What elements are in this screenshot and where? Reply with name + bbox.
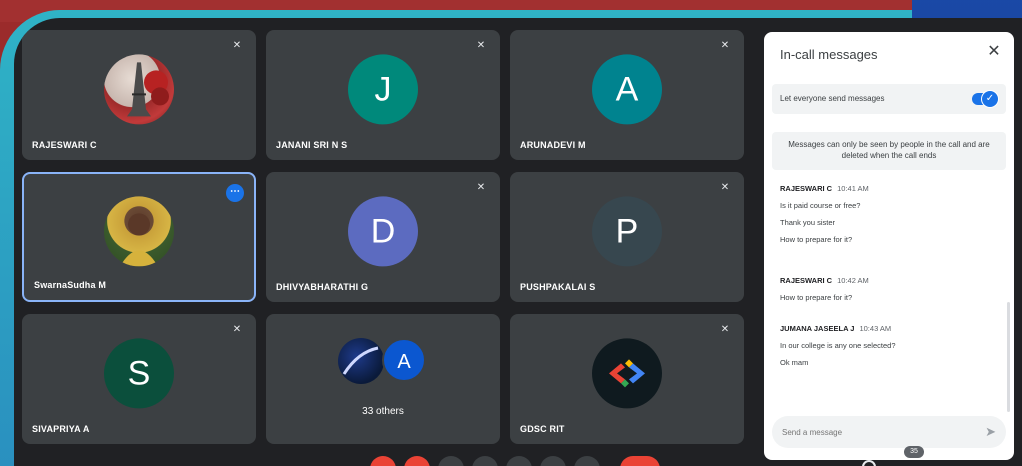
participant-photo — [104, 196, 174, 267]
send-icon[interactable]: ➤ — [985, 424, 996, 440]
sender-name: RAJESWARI C — [780, 276, 833, 285]
participant-tile-active[interactable]: ⋯ SwarnaSudha M — [22, 172, 256, 302]
participant-name: SwarnaSudha M — [34, 280, 107, 290]
meeting-screen: ✕ RAJESWARI C ✕ J JANANI SRI N S ✕ A ARU… — [14, 18, 1022, 466]
message-group: RAJESWARI C 10:42 AM How to prepare for i… — [780, 276, 1000, 302]
sender-name: JUMANA JASEELA J — [780, 324, 855, 333]
message-sender: RAJESWARI C 10:41 AM — [780, 184, 1000, 193]
more-options-button[interactable] — [574, 456, 600, 466]
emoji-button[interactable] — [472, 456, 498, 466]
raise-hand-button[interactable] — [540, 456, 566, 466]
participant-name: PUSHPAKALAI S — [520, 282, 596, 292]
message-text: In our college is any one selected? — [780, 341, 896, 350]
participant-tile[interactable]: ✕ P PUSHPAKALAI S — [510, 172, 744, 302]
more-options-icon[interactable]: ⋯ — [226, 184, 244, 202]
participant-name: DHIVYABHARATHI G — [276, 282, 369, 292]
participant-name: JANANI SRI N S — [276, 140, 348, 150]
message-input[interactable] — [782, 424, 962, 440]
mic-muted-icon: ✕ — [232, 324, 242, 335]
microphone-button[interactable] — [370, 456, 396, 466]
sender-name: RAJESWARI C — [780, 184, 833, 193]
bottom-control-bar — [14, 444, 1022, 466]
participant-initial-avatar: D — [348, 196, 418, 267]
close-icon[interactable]: ✕ — [986, 44, 1002, 60]
gdsc-logo-icon — [609, 359, 645, 388]
mic-muted-icon: ✕ — [720, 40, 730, 51]
others-tile[interactable]: A 33 others — [266, 314, 500, 444]
message-time: 10:41 AM — [837, 184, 869, 193]
participant-tile[interactable]: ✕ RAJESWARI C — [22, 30, 256, 160]
participant-initial-avatar: A — [592, 54, 662, 125]
message-text: Ok mam — [780, 358, 809, 367]
privacy-notice: Messages can only be seen by people in t… — [772, 132, 1006, 170]
participant-name: SIVAPRIYA A — [32, 424, 90, 434]
others-avatar-graphic — [338, 338, 384, 384]
mic-muted-icon: ✕ — [476, 40, 486, 51]
participant-tile[interactable]: ✕ A ARUNADEVI M — [510, 30, 744, 160]
message-text: Is it paid course or free? — [780, 201, 861, 210]
participant-name: GDSC RIT — [520, 424, 565, 434]
mic-muted-icon: ✕ — [232, 40, 242, 51]
captions-button[interactable] — [438, 456, 464, 466]
wave-image — [342, 346, 379, 375]
mic-muted-icon: ✕ — [720, 182, 730, 193]
participants-count-badge[interactable]: 35 — [904, 446, 924, 458]
participant-name: ARUNADEVI M — [520, 140, 586, 150]
message-group: RAJESWARI C 10:41 AM Is it paid course or… — [780, 184, 1000, 244]
gdsc-logo — [592, 338, 662, 409]
panel-title: In-call messages — [780, 47, 878, 62]
participant-tile[interactable]: ✕ GDSC RIT — [510, 314, 744, 444]
message-text: Thank you sister — [780, 218, 836, 227]
message-sender: RAJESWARI C 10:42 AM — [780, 276, 1000, 285]
mic-muted-icon: ✕ — [476, 182, 486, 193]
participant-initial-avatar: S — [104, 338, 174, 409]
participant-initial-avatar: P — [592, 196, 662, 267]
in-call-messages-panel: In-call messages ✕ Let everyone send mes… — [764, 32, 1014, 460]
message-group: JUMANA JASEELA J 10:43 AM In our college … — [780, 324, 1000, 367]
send-messages-setting: Let everyone send messages ✓ — [772, 84, 1006, 114]
info-icon[interactable] — [862, 460, 876, 466]
message-sender: JUMANA JASEELA J 10:43 AM — [780, 324, 1000, 333]
leave-call-button[interactable] — [620, 456, 660, 466]
message-time: 10:42 AM — [837, 276, 869, 285]
participant-initial-avatar: A — [382, 338, 426, 382]
participant-tile[interactable]: ✕ S SIVAPRIYA A — [22, 314, 256, 444]
participant-tile[interactable]: ✕ D DHIVYABHARATHI G — [266, 172, 500, 302]
eiffel-tower-image — [127, 62, 169, 117]
participant-tile[interactable]: ✕ J JANANI SRI N S — [266, 30, 500, 160]
participant-name: RAJESWARI C — [32, 140, 97, 150]
participant-initial-avatar: J — [348, 54, 418, 125]
present-button[interactable] — [506, 456, 532, 466]
message-text: How to prepare for it? — [780, 235, 853, 244]
check-icon: ✓ — [982, 91, 998, 107]
others-count-label: 33 others — [362, 406, 404, 417]
participant-photo — [104, 54, 174, 125]
scrollbar[interactable] — [1007, 302, 1010, 412]
person-image — [120, 213, 158, 267]
mic-muted-icon: ✕ — [720, 324, 730, 335]
camera-button[interactable] — [404, 456, 430, 466]
toggle-label: Let everyone send messages — [780, 94, 885, 103]
send-messages-toggle[interactable]: ✓ — [972, 91, 998, 107]
message-time: 10:43 AM — [859, 324, 892, 333]
message-text: How to prepare for it? — [780, 293, 853, 302]
